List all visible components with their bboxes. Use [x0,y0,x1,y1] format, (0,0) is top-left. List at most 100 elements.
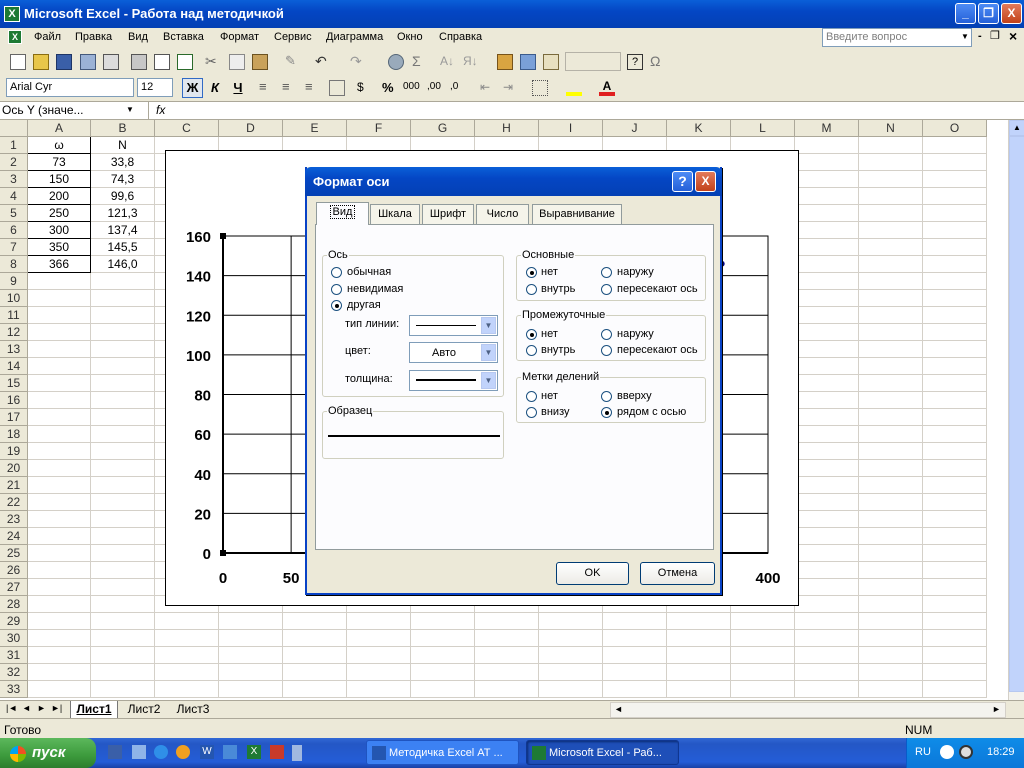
scroll-right-icon[interactable]: ► [992,704,1001,714]
cell[interactable] [91,511,155,528]
cell[interactable] [347,664,411,681]
name-box[interactable]: Ось Y (значе... [0,102,112,119]
word-icon[interactable]: W [200,745,214,759]
email-icon[interactable] [103,54,119,70]
column-header[interactable]: O [923,120,987,137]
cell[interactable] [539,613,603,630]
redo-icon[interactable]: ↷ [350,54,366,70]
column-header[interactable]: D [219,120,283,137]
row-header[interactable]: 31 [0,647,28,664]
sheet-tab-1[interactable]: Лист1 [70,701,118,718]
cell[interactable] [859,324,923,341]
cell[interactable] [859,528,923,545]
cell[interactable] [28,545,91,562]
cell[interactable] [795,409,859,426]
row-header[interactable]: 33 [0,681,28,698]
menu-tools[interactable]: Сервис [274,31,312,43]
next-sheet-icon[interactable]: ► [37,703,46,713]
help-dropdown-icon[interactable]: ▼ [961,32,969,41]
cell[interactable] [91,375,155,392]
cell[interactable] [411,613,475,630]
cell[interactable] [91,307,155,324]
quicklaunch-icon-6[interactable] [223,745,237,759]
major-outside-radio[interactable] [601,267,612,278]
cell[interactable] [667,664,731,681]
row-header[interactable]: 2 [0,154,28,171]
cell[interactable] [28,477,91,494]
select-all-corner[interactable] [0,120,28,137]
row-header[interactable]: 11 [0,307,28,324]
cell[interactable] [28,443,91,460]
cell[interactable] [923,477,987,494]
column-header[interactable]: J [603,120,667,137]
cell[interactable] [475,647,539,664]
decrease-indent-icon[interactable]: ⇤ [480,80,496,96]
menu-view[interactable]: Вид [128,31,148,43]
cell[interactable] [28,426,91,443]
minor-outside-radio[interactable] [601,329,612,340]
save-icon[interactable] [56,54,72,70]
cell[interactable]: 300 [28,222,91,239]
cell[interactable] [347,630,411,647]
cell[interactable] [923,596,987,613]
cell[interactable] [28,647,91,664]
cell[interactable] [91,460,155,477]
last-sheet-icon[interactable]: ►| [51,703,62,713]
dialog-help-button[interactable]: ? [672,171,693,192]
cell[interactable] [923,664,987,681]
cell[interactable] [667,647,731,664]
cell[interactable] [795,528,859,545]
cell[interactable]: 150 [28,171,91,188]
cell[interactable] [539,630,603,647]
cell[interactable] [859,375,923,392]
font-name-combo[interactable]: Arial Cyr [6,78,134,97]
row-header[interactable]: 30 [0,630,28,647]
cell[interactable] [795,239,859,256]
quicklaunch-icon-2[interactable] [132,745,146,759]
cell[interactable] [923,392,987,409]
sheet-tab-3[interactable]: Лист3 [170,702,216,718]
column-header[interactable]: H [475,120,539,137]
cell[interactable] [795,460,859,477]
ticklabel-nextto-radio[interactable] [601,407,612,418]
cell[interactable] [795,545,859,562]
cell[interactable]: 33,8 [91,154,155,171]
cell[interactable] [923,171,987,188]
cell[interactable] [475,664,539,681]
cell[interactable] [859,273,923,290]
quicklaunch-icon-1[interactable] [108,745,122,759]
cell[interactable] [28,494,91,511]
row-header[interactable]: 5 [0,205,28,222]
cell[interactable] [923,205,987,222]
row-header[interactable]: 8 [0,256,28,273]
major-cross-radio[interactable] [601,284,612,295]
tab-view[interactable]: Вид [316,202,369,225]
row-header[interactable]: 10 [0,290,28,307]
insert-function-icon[interactable]: fx [156,103,165,117]
cell[interactable]: 200 [28,188,91,205]
cell[interactable] [603,613,667,630]
increase-decimal-icon[interactable]: ,00 [427,80,443,96]
cell[interactable] [859,409,923,426]
cell[interactable] [28,392,91,409]
cell[interactable] [923,681,987,698]
cell[interactable]: 137,4 [91,222,155,239]
cell[interactable] [795,290,859,307]
document-icon[interactable]: X [8,30,22,44]
column-header[interactable]: F [347,120,411,137]
doc-close-button[interactable]: × [1009,28,1017,44]
cell[interactable] [795,579,859,596]
copy-icon[interactable] [229,54,245,70]
cell[interactable] [219,681,283,698]
cell[interactable] [795,154,859,171]
cell[interactable] [219,664,283,681]
cell[interactable] [923,307,987,324]
cell[interactable] [923,154,987,171]
cell[interactable] [923,358,987,375]
cell[interactable] [923,239,987,256]
cell[interactable] [28,528,91,545]
row-header[interactable]: 26 [0,562,28,579]
cell[interactable] [475,681,539,698]
hyperlink-icon[interactable] [388,54,404,70]
cell[interactable] [923,324,987,341]
